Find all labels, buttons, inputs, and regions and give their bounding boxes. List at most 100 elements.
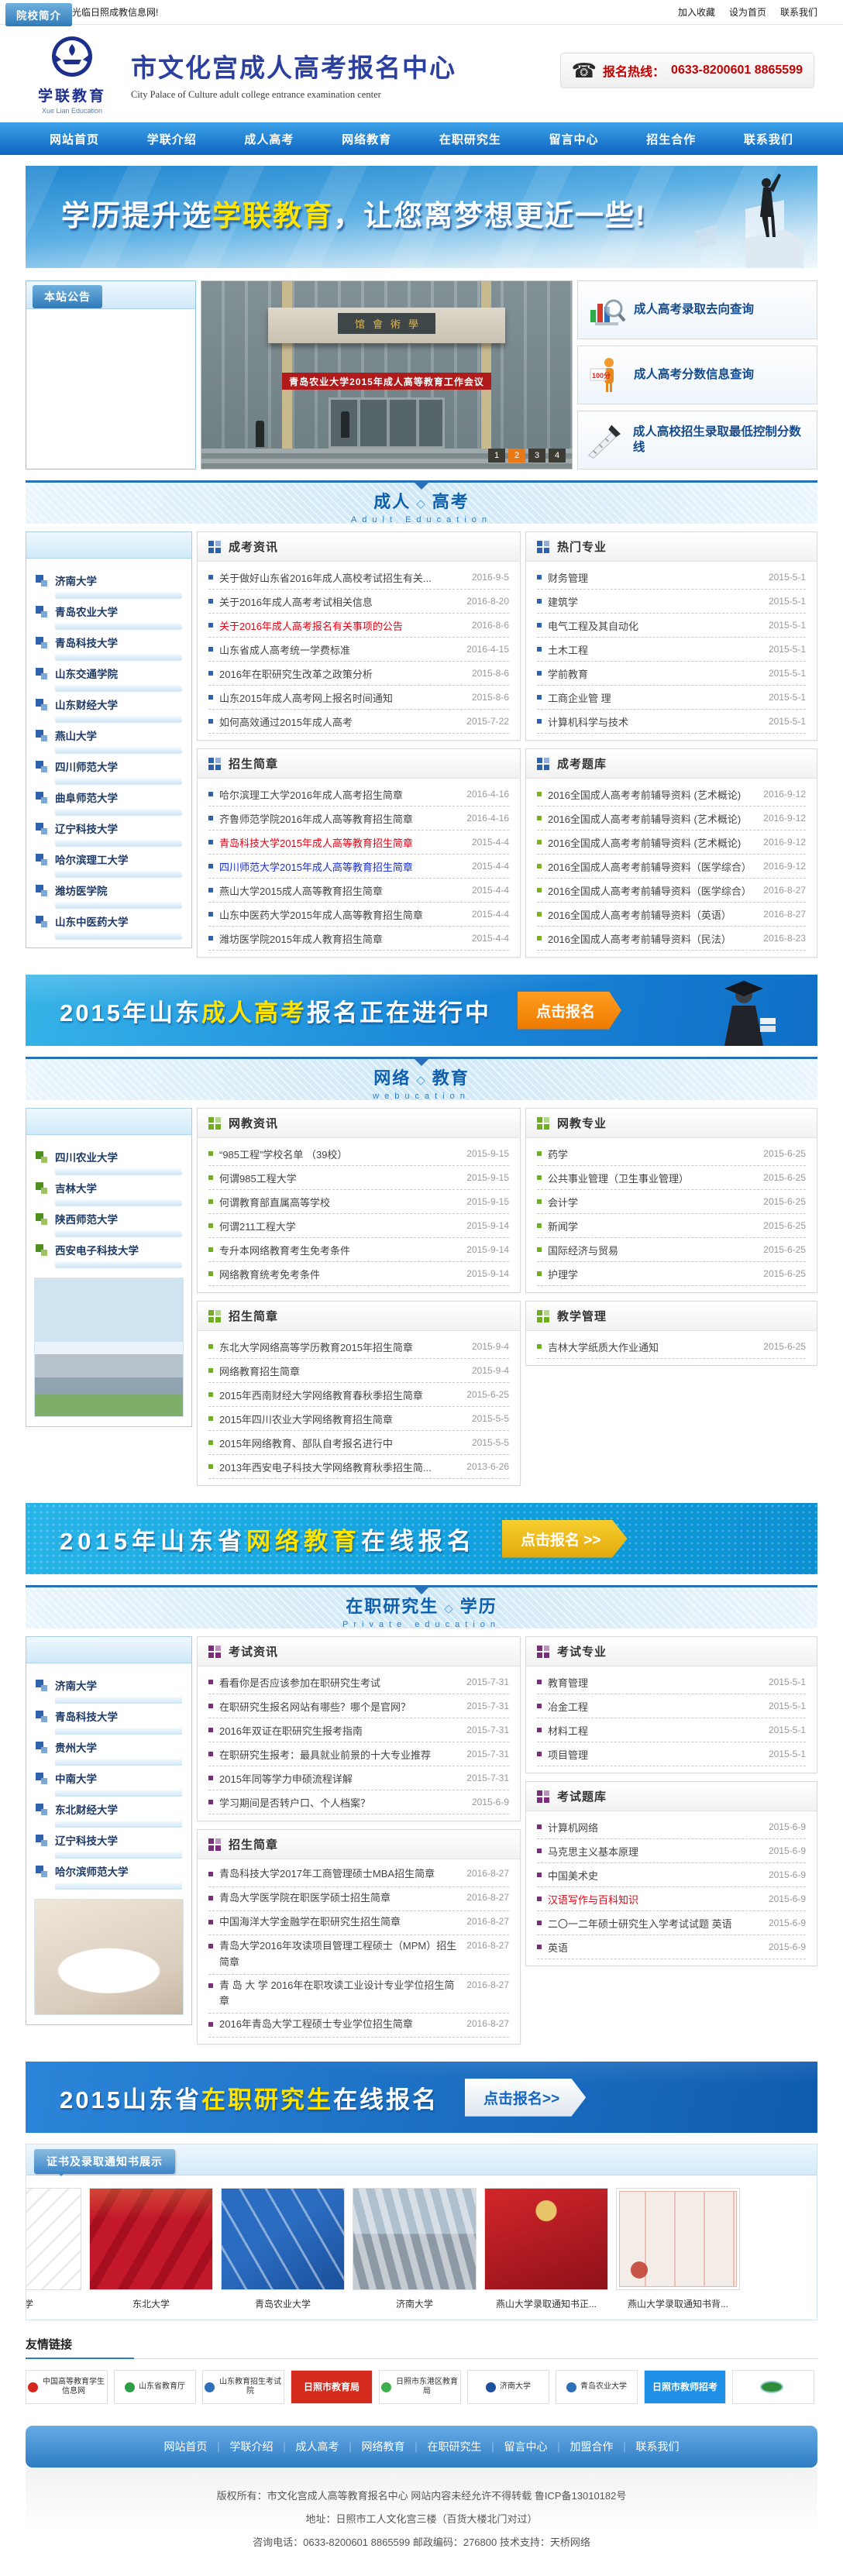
query-card-admission-destination[interactable]: 成人高考录取去向查询 <box>577 280 817 339</box>
sidebar-school-item[interactable]: 青岛科技大学 <box>26 630 191 661</box>
topbar-link[interactable]: 加入收藏 <box>678 7 715 18</box>
nav-item[interactable]: 学联介绍 <box>147 131 197 147</box>
article-link[interactable]: 电气工程及其自动化 <box>548 618 762 633</box>
article-link[interactable]: 英语 <box>548 1940 762 1955</box>
article-row[interactable]: 新闻学 2015-6-25 <box>537 1214 806 1238</box>
article-link[interactable]: 2013年西安电子科技大学网络教育秋季招生简... <box>219 1460 460 1474</box>
school-link[interactable]: 山东中医药大学 <box>55 913 129 929</box>
article-link[interactable]: 看看你是否应该参加在职研究生考试 <box>219 1675 460 1690</box>
school-link[interactable]: 东北财经大学 <box>55 1801 118 1817</box>
article-link[interactable]: 2016全国成人高考考前辅导资料（医学综合） <box>548 883 757 898</box>
article-link[interactable]: 四川师范大学2015年成人高等教育招生简章 <box>219 859 466 874</box>
nav-link[interactable]: 网站首页 <box>50 133 99 146</box>
friend-link-badge[interactable]: 日照市东港区教育局 <box>379 2370 461 2404</box>
article-link[interactable]: 关于做好山东省2016年成人高校考试招生有关... <box>219 570 466 585</box>
school-link[interactable]: 陕西师范大学 <box>55 1211 118 1226</box>
footer-nav-link[interactable]: 留言中心 <box>504 2439 548 2454</box>
sidebar-school-item[interactable]: 燕山大学 <box>26 723 191 754</box>
article-row[interactable]: 冶金工程 2015-5-1 <box>537 1694 806 1718</box>
friend-link-badge[interactable]: 中国高等教育学生信息网 <box>26 2370 108 2404</box>
certificate-card[interactable]: 燕山大学录取通知书正... <box>484 2188 608 2310</box>
article-row[interactable]: 公共事业管理（卫生事业管理） 2015-6-25 <box>537 1166 806 1190</box>
article-row[interactable]: 在职研究生报名网站有哪些？哪个是官网？ 2015-7-31 <box>208 1694 509 1718</box>
article-link[interactable]: 财务管理 <box>548 570 762 585</box>
article-row[interactable]: 中国海洋大学金融学在职研究生招生简章 2016-8-27 <box>208 1911 509 1935</box>
article-row[interactable]: 何谓985工程大学 2015-9-15 <box>208 1166 509 1190</box>
article-row[interactable]: 青 岛 大 学 2016年在职攻读工业设计专业学位招生简章 2016-8-27 <box>208 1975 509 2014</box>
article-row[interactable]: 建筑学 2015-5-1 <box>537 590 806 614</box>
school-link[interactable]: 哈尔滨理工大学 <box>55 851 129 867</box>
article-row[interactable]: 2016全国成人高考考前辅导资料（医学综合） 2016-9-12 <box>537 855 806 879</box>
sidebar-school-item[interactable]: 青岛农业大学 <box>26 599 191 630</box>
sidebar-school-item[interactable]: 中南大学 <box>26 1766 191 1797</box>
article-link[interactable]: 2015年四川农业大学网络教育招生简章 <box>219 1412 466 1426</box>
article-link[interactable]: 二〇一二年硕士研究生入学考试试题 英语 <box>548 1916 762 1931</box>
article-row[interactable]: 四川师范大学2015年成人高等教育招生简章 2015-4-4 <box>208 855 509 879</box>
certificate-card[interactable]: 青岛农业大学 <box>221 2188 345 2310</box>
topbar-link[interactable]: 设为首页 <box>729 7 766 18</box>
school-link[interactable]: 中南大学 <box>55 1770 97 1786</box>
topbar-link[interactable]: 联系我们 <box>780 7 817 18</box>
article-row[interactable]: 在职研究生报考：最具就业前景的十大专业推荐 2015-7-31 <box>208 1742 509 1766</box>
sidebar-school-item[interactable]: 四川师范大学 <box>26 754 191 785</box>
article-link[interactable]: 吉林大学纸质大作业通知 <box>548 1340 757 1354</box>
article-row[interactable]: 2016全国成人高考考前辅导资料 (艺术概论) 2016-9-12 <box>537 807 806 831</box>
school-link[interactable]: 吉林大学 <box>55 1180 97 1195</box>
article-row[interactable]: 网络教育统考免考条件 2015-9-14 <box>208 1262 509 1286</box>
article-row[interactable]: 2016全国成人高考考前辅导资料 (艺术概论) 2016-9-12 <box>537 831 806 855</box>
article-link[interactable]: 新闻学 <box>548 1219 757 1233</box>
school-link[interactable]: 四川师范大学 <box>55 758 118 774</box>
article-link[interactable]: 山东中医药大学2015年成人高等教育招生简章 <box>219 907 466 922</box>
certificate-card[interactable]: 燕山大学录取通知书背... <box>616 2188 740 2310</box>
article-row[interactable]: 2016全国成人高考考前辅导资料（英语） 2016-8-27 <box>537 903 806 927</box>
article-row[interactable]: 青岛科技大学2015年成人高等教育招生简章 2015-4-4 <box>208 831 509 855</box>
footer-nav-item[interactable]: 成人高考 <box>273 2439 339 2454</box>
sidebar-school-item[interactable]: 青岛科技大学 <box>26 1704 191 1735</box>
signup-button[interactable]: 点击报名>> <box>465 2079 586 2117</box>
sidebar-school-item[interactable]: 济南大学 <box>26 568 191 599</box>
article-row[interactable]: 东北大学网络高等学历教育2015年招生简章 2015-9-4 <box>208 1335 509 1359</box>
article-link[interactable]: 工商企业管 理 <box>548 690 762 705</box>
article-link[interactable]: 在职研究生报考：最具就业前景的十大专业推荐 <box>219 1747 460 1762</box>
signup-button[interactable]: 点击报名 <box>518 992 621 1030</box>
friend-link-badge[interactable]: 青岛农业大学 <box>556 2370 638 2404</box>
nav-link[interactable]: 留言中心 <box>549 133 599 146</box>
school-link[interactable]: 山东交通学院 <box>55 665 118 681</box>
article-row[interactable]: 专升本网络教育考生免考条件 2015-9-14 <box>208 1238 509 1262</box>
article-link[interactable]: 青岛大学医学院在职医学硕士招生简章 <box>219 1890 460 1907</box>
school-link[interactable]: 青岛农业大学 <box>55 604 118 619</box>
article-row[interactable]: 齐鲁师范学院2016年成人高等教育招生简章 2016-4-16 <box>208 807 509 831</box>
article-row[interactable]: 二〇一二年硕士研究生入学考试试题 英语 2015-6-9 <box>537 1911 806 1935</box>
article-link[interactable]: 2016年在职研究生改革之政策分析 <box>219 666 466 681</box>
sidebar-school-item[interactable]: 陕西师范大学 <box>26 1206 191 1237</box>
nav-item[interactable]: 网站首页 <box>50 131 99 147</box>
article-row[interactable]: 山东省成人高考统一学费标准 2016-4-15 <box>208 638 509 662</box>
sidebar-school-item[interactable]: 东北财经大学 <box>26 1797 191 1828</box>
friend-link-badge[interactable]: 山东省教育厅 <box>114 2370 196 2404</box>
article-row[interactable]: 电气工程及其自动化 2015-5-1 <box>537 614 806 638</box>
article-link[interactable]: 哈尔滨理工大学2016年成人高考招生简章 <box>219 787 460 802</box>
footer-nav-item[interactable]: 网络教育 <box>339 2439 404 2454</box>
query-card-minimum-score-line[interactable]: 成人高校招生录取最低控制分数线 <box>577 411 817 469</box>
article-row[interactable]: 关于2016年成人高考考试相关信息 2016-8-20 <box>208 590 509 614</box>
hero-banner[interactable]: 学历提升选学联教育，让您离梦想更近一些! <box>26 166 817 268</box>
certificate-card[interactable]: 济南大学 <box>353 2188 477 2310</box>
sidebar-school-item[interactable]: 四川农业大学 <box>26 1144 191 1175</box>
article-row[interactable]: 马克思主义基本原理 2015-6-9 <box>537 1839 806 1863</box>
article-link[interactable]: 2016全国成人高考考前辅导资料 (艺术概论) <box>548 835 757 850</box>
nav-link[interactable]: 网络教育 <box>342 133 391 146</box>
footer-nav-item[interactable]: 学联介绍 <box>207 2439 273 2454</box>
article-row[interactable]: 财务管理 2015-5-1 <box>537 566 806 590</box>
site-logo[interactable]: 学联教育 Xue Lian Education <box>26 33 119 115</box>
query-card-score-info[interactable]: 100分 成人高考分数信息查询 <box>577 346 817 404</box>
friend-link-badge[interactable]: 日照市教师招考 <box>644 2370 726 2404</box>
article-row[interactable]: 关于做好山东省2016年成人高校考试招生有关... 2016-9-5 <box>208 566 509 590</box>
article-row[interactable]: 关于2016年成人高考报名有关事项的公告 2016-8-6 <box>208 614 509 638</box>
article-row[interactable]: 护理学 2015-6-25 <box>537 1262 806 1286</box>
article-link[interactable]: 网络教育招生简章 <box>219 1364 466 1378</box>
school-link[interactable]: 山东财经大学 <box>55 696 118 712</box>
sidebar-school-item[interactable]: 山东中医药大学 <box>26 909 191 940</box>
sidebar-school-item[interactable]: 山东交通学院 <box>26 661 191 692</box>
article-link[interactable]: 建筑学 <box>548 594 762 609</box>
friend-link-badge[interactable]: 日照市教育局 <box>291 2370 373 2404</box>
